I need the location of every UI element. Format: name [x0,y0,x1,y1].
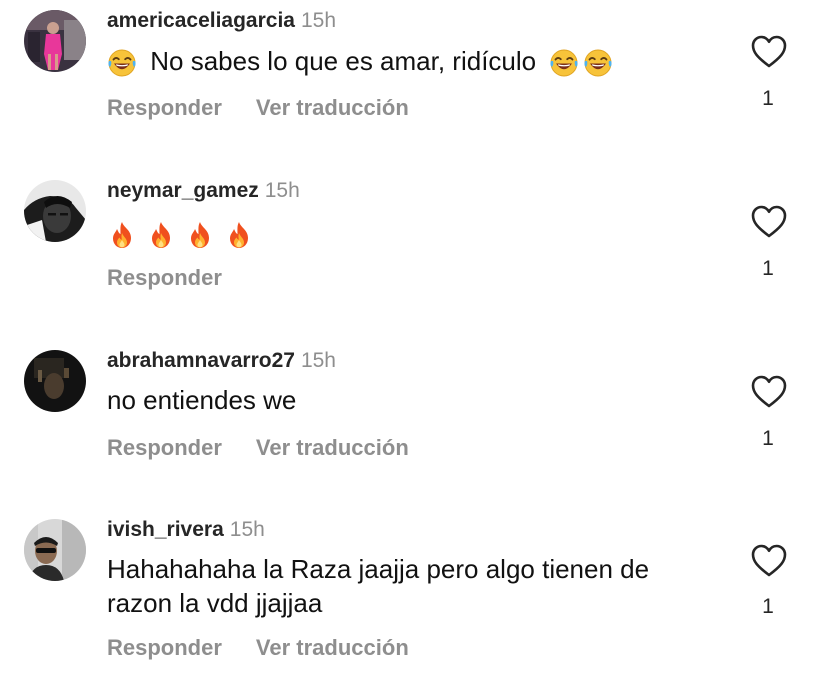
timestamp: 15h [229,518,265,541]
avatar[interactable] [24,180,86,242]
laughing-emoji-icon [107,48,137,78]
translate-button[interactable]: Ver traducción [256,435,409,460]
avatar[interactable] [24,10,86,72]
fire-emoji-icon [185,220,215,250]
avatar[interactable] [24,519,86,581]
comment-text-line: razon la vdd jjajjaa [107,588,323,618]
heart-icon [751,35,787,69]
timestamp: 15h [264,179,300,202]
like-button[interactable] [751,35,787,69]
comment-text-line: Hahahahaha la Raza jaajja pero algo tien… [107,554,650,584]
username[interactable]: americaceliagarcia [107,9,295,32]
username[interactable]: abrahamnavarro27 [107,349,295,372]
reply-button[interactable]: Responder [107,265,222,290]
like-button[interactable] [751,205,787,239]
laughing-emoji-icon [549,48,579,78]
comment-header: americaceliagarcia 15h [107,8,336,34]
comment-text: no entiendes we [107,385,297,415]
fire-emoji-icon [146,220,176,250]
likes-count: 1 [762,427,774,450]
heart-icon [751,205,787,239]
comment-text: Hahahahaha la Raza jaajja pero algo tien… [107,552,717,620]
likes-count: 1 [762,257,774,280]
heart-icon [751,544,787,578]
reply-button[interactable]: Responder [107,435,222,460]
translate-button[interactable]: Ver traducción [256,95,409,120]
comment-text [107,216,717,250]
timestamp: 15h [300,349,336,372]
reply-button[interactable]: Responder [107,95,222,120]
like-button[interactable] [751,375,787,409]
username[interactable]: neymar_gamez [107,179,259,202]
reply-button[interactable]: Responder [107,635,222,660]
comment-header: abrahamnavarro27 15h [107,348,336,374]
translate-button[interactable]: Ver traducción [256,635,409,660]
likes-count: 1 [762,87,774,110]
fire-emoji-icon [224,220,254,250]
heart-icon [751,375,787,409]
comment-actions: Responder Ver traducción [107,435,409,461]
comment-actions: Responder [107,265,222,291]
comment-text: No sabes lo que es amar, ridículo [107,44,717,78]
fire-emoji-icon [107,220,137,250]
comment-actions: Responder Ver traducción [107,95,409,121]
comment-actions: Responder Ver traducción [107,635,409,661]
like-button[interactable] [751,544,787,578]
comment-header: neymar_gamez 15h [107,178,300,204]
laughing-emoji-icon [583,48,613,78]
comment-header: ivish_rivera 15h [107,517,265,543]
avatar[interactable] [24,350,86,412]
timestamp: 15h [300,9,337,32]
username[interactable]: ivish_rivera [107,518,224,541]
likes-count: 1 [762,595,774,618]
